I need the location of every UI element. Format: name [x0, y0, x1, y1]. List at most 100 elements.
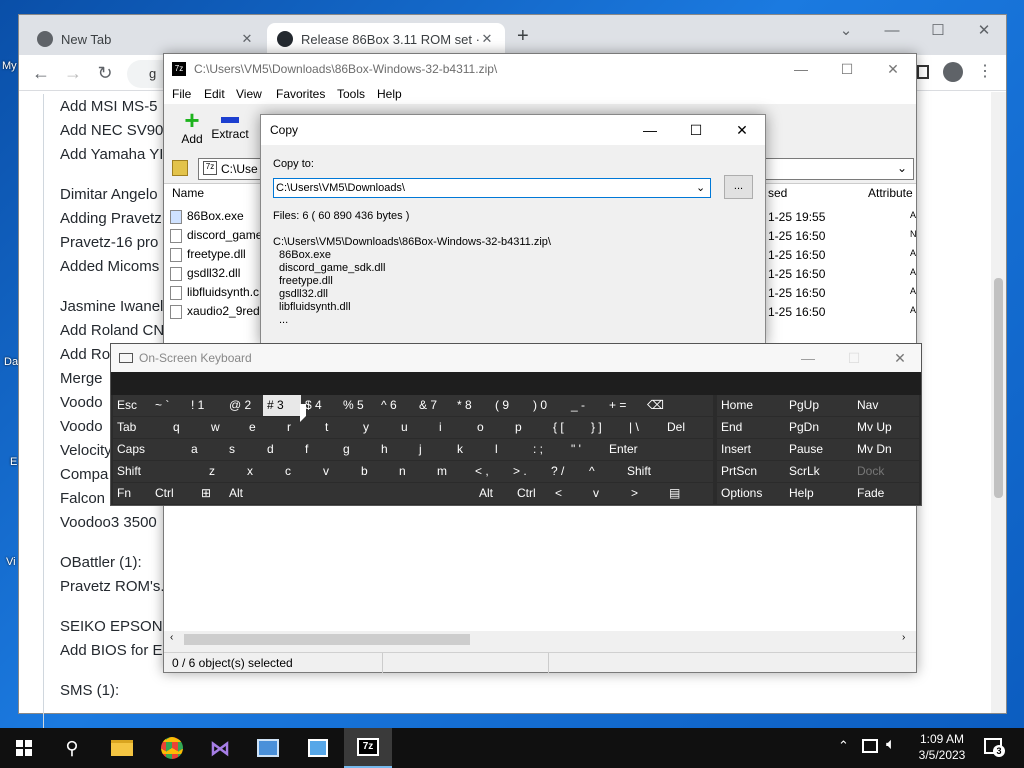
key-insert[interactable]: Insert: [717, 439, 785, 460]
key-fade[interactable]: Fade: [853, 483, 919, 504]
desktop-icon-label[interactable]: My: [2, 60, 17, 72]
key-1[interactable]: ! 1: [187, 395, 225, 416]
key-7[interactable]: & 7: [415, 395, 453, 416]
network-manager-icon[interactable]: [244, 728, 292, 768]
profile-avatar[interactable]: [943, 62, 963, 82]
key-prtscn[interactable]: PrtScn: [717, 461, 785, 482]
key-5[interactable]: % 5: [339, 395, 377, 416]
chevron-down-icon[interactable]: ⌄: [696, 181, 705, 194]
key-bracket-right[interactable]: } ]: [587, 417, 625, 438]
scrollbar-thumb[interactable]: [184, 634, 470, 645]
key-down-arrow[interactable]: v: [589, 483, 627, 504]
key-4[interactable]: $ 4: [301, 395, 339, 416]
key-j[interactable]: j: [415, 439, 453, 460]
folder-up-icon[interactable]: [172, 160, 188, 176]
key-pause[interactable]: Pause: [785, 439, 853, 460]
menu-view[interactable]: View: [236, 87, 262, 101]
key-semicolon[interactable]: : ;: [529, 439, 567, 460]
key-pgdn[interactable]: PgDn: [785, 417, 853, 438]
close-button[interactable]: ✕: [877, 344, 923, 372]
add-button[interactable]: + Add: [172, 107, 212, 152]
column-attributes[interactable]: Attribute: [868, 186, 913, 200]
minimize-button[interactable]: —: [785, 344, 831, 372]
key-e[interactable]: e: [245, 417, 283, 438]
key-period[interactable]: > .: [509, 461, 547, 482]
minimize-button[interactable]: —: [627, 115, 673, 145]
key-help[interactable]: Help: [785, 483, 853, 504]
menu-file[interactable]: File: [172, 87, 191, 101]
show-hidden-icons-icon[interactable]: ⌃: [838, 738, 849, 754]
file-row[interactable]: freetype.dll: [170, 247, 246, 266]
key-f[interactable]: f: [301, 439, 339, 460]
key-home[interactable]: Home: [717, 395, 785, 416]
start-icon[interactable]: [0, 728, 48, 768]
key-pgup[interactable]: PgUp: [785, 395, 853, 416]
scrollbar-thumb[interactable]: [994, 278, 1003, 498]
key-scrlk[interactable]: ScrLk: [785, 461, 853, 482]
menu-edit[interactable]: Edit: [204, 87, 225, 101]
file-row[interactable]: gsdll32.dll: [170, 266, 240, 285]
visual-studio-icon[interactable]: ⋈: [196, 728, 244, 768]
key-end[interactable]: End: [717, 417, 785, 438]
menu-icon[interactable]: ⋮: [977, 61, 993, 81]
key-dock[interactable]: Dock: [853, 461, 919, 482]
key-ctrl-right[interactable]: Ctrl: [513, 483, 551, 504]
key-shift-right[interactable]: Shift: [623, 461, 713, 482]
minimize-button[interactable]: —: [869, 19, 915, 43]
maximize-button[interactable]: ☐: [673, 115, 719, 145]
key-h[interactable]: h: [377, 439, 415, 460]
tab-new-tab[interactable]: New Tab ✕: [27, 23, 265, 55]
key-mv-up[interactable]: Mv Up: [853, 417, 919, 438]
file-row[interactable]: xaudio2_9redi: [170, 304, 262, 323]
key-ctrl-left[interactable]: Ctrl: [151, 483, 197, 504]
column-name[interactable]: Name: [172, 186, 204, 200]
key-nav[interactable]: Nav: [853, 395, 919, 416]
key-minus[interactable]: _ -: [567, 395, 605, 416]
key-p[interactable]: p: [511, 417, 549, 438]
key-tab[interactable]: Tab: [113, 417, 169, 438]
volume-icon[interactable]: 🔈︎: [886, 736, 896, 754]
key-i[interactable]: i: [435, 417, 473, 438]
key-8[interactable]: * 8: [453, 395, 491, 416]
maximize-button[interactable]: ☐: [824, 54, 870, 84]
scroll-left-icon[interactable]: ‹: [170, 632, 173, 643]
key-alt-left[interactable]: Alt: [225, 483, 263, 504]
clock[interactable]: 1:09 AM 3/5/2023: [912, 731, 972, 763]
close-button[interactable]: ✕: [870, 54, 916, 84]
back-button[interactable]: ←: [27, 61, 55, 85]
key-slash[interactable]: ? /: [547, 461, 585, 482]
key-y[interactable]: y: [359, 417, 397, 438]
key-backslash[interactable]: | \: [625, 417, 663, 438]
key-x[interactable]: x: [243, 461, 281, 482]
key-space[interactable]: [263, 483, 475, 504]
forward-button[interactable]: →: [59, 61, 87, 85]
key-backspace[interactable]: ⌫: [643, 395, 713, 416]
close-tab-icon[interactable]: ✕: [479, 31, 495, 47]
key-right-arrow[interactable]: >: [627, 483, 665, 504]
key-0[interactable]: ) 0: [529, 395, 567, 416]
key-9[interactable]: ( 9: [491, 395, 529, 416]
key-q[interactable]: q: [169, 417, 207, 438]
remote-desktop-icon[interactable]: [294, 728, 342, 768]
menu-tools[interactable]: Tools: [337, 87, 365, 101]
tab-search-icon[interactable]: ⌄: [823, 19, 869, 43]
key-caps[interactable]: Caps: [113, 439, 187, 460]
column-modified[interactable]: sed: [768, 186, 787, 200]
reload-button[interactable]: ↻: [91, 61, 119, 85]
search-icon[interactable]: ⚲: [48, 728, 96, 768]
key-context-menu[interactable]: ▤: [665, 483, 713, 504]
file-explorer-icon[interactable]: [98, 728, 146, 768]
chevron-down-icon[interactable]: ⌄: [897, 161, 907, 175]
key-up-arrow[interactable]: ^: [585, 461, 623, 482]
key-z[interactable]: z: [205, 461, 243, 482]
file-row[interactable]: discord_game: [170, 228, 262, 247]
tab-release-86box[interactable]: Release 86Box 3.11 ROM set · 86 ✕: [267, 23, 505, 55]
menu-favorites[interactable]: Favorites: [276, 87, 325, 101]
key-shift-left[interactable]: Shift: [113, 461, 205, 482]
key-a[interactable]: a: [187, 439, 225, 460]
file-row[interactable]: libfluidsynth.c: [170, 285, 259, 304]
key-c[interactable]: c: [281, 461, 319, 482]
key-g[interactable]: g: [339, 439, 377, 460]
scroll-right-icon[interactable]: ›: [902, 632, 905, 643]
key-t[interactable]: t: [321, 417, 359, 438]
